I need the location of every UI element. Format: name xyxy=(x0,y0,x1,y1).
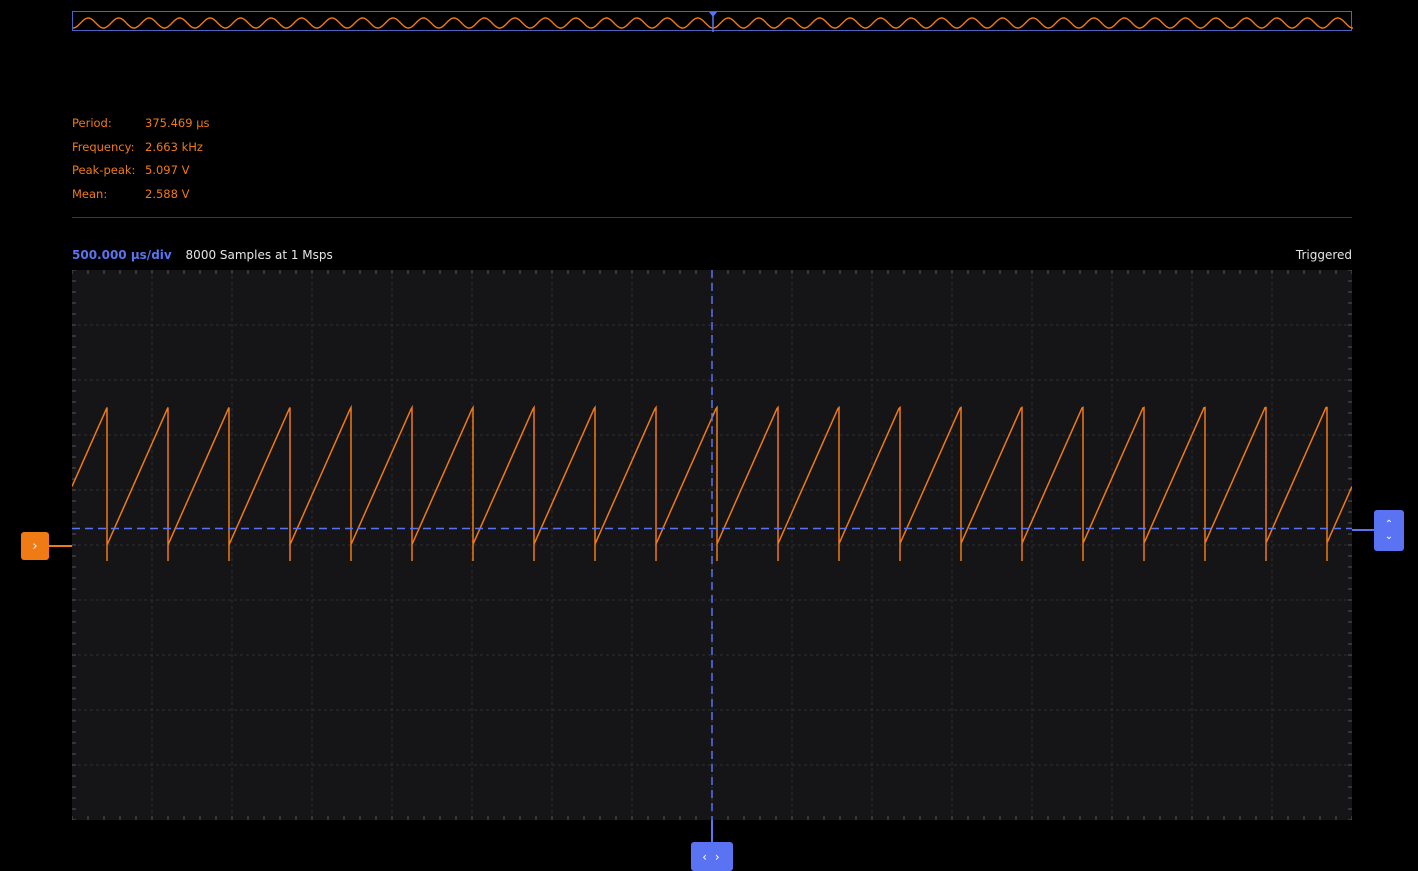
oscilloscope-app: Period: 375.469 μs Frequency: 2.663 kHz … xyxy=(0,0,1418,871)
measurement-period: Period: 375.469 μs xyxy=(72,112,210,136)
measurement-mean: Mean: 2.588 V xyxy=(72,183,210,207)
measurement-value: 5.097 V xyxy=(145,163,190,177)
overview-waveform xyxy=(73,12,1353,32)
channel-offset-handle[interactable]: › xyxy=(21,532,49,560)
chevron-right-icon: › xyxy=(32,538,38,554)
measurement-label: Mean: xyxy=(72,186,108,201)
chevron-left-right-icon: ‹ › xyxy=(702,849,722,864)
measurements-panel: Period: 375.469 μs Frequency: 2.663 kHz … xyxy=(72,112,210,206)
measurement-frequency: Frequency: 2.663 kHz xyxy=(72,136,210,160)
chevron-up-icon: ⌃ xyxy=(1384,518,1394,530)
measurement-value: 2.663 kHz xyxy=(145,139,203,154)
scope-plot xyxy=(72,270,1352,820)
measurement-label: Frequency: xyxy=(72,139,135,154)
chevron-down-icon: ⌄ xyxy=(1384,530,1394,542)
channel-offset-indicator-line xyxy=(49,545,72,547)
trigger-status: Triggered xyxy=(1295,248,1352,262)
measurement-value: 2.588 V xyxy=(145,186,190,201)
acquisition-info-bar: 500.000 μs/div 8000 Samples at 1 Msps Tr… xyxy=(72,246,1352,266)
measurement-value: 375.469 μs xyxy=(145,116,210,130)
timebase-label[interactable]: 500.000 μs/div xyxy=(72,248,172,262)
measurement-label: Peak-peak: xyxy=(72,163,136,177)
trigger-level-indicator-line xyxy=(1352,529,1374,531)
waveform-overview-strip[interactable] xyxy=(72,11,1353,32)
measurement-peak-peak: Peak-peak: 5.097 V xyxy=(72,159,210,183)
trigger-position-handle[interactable]: ‹ › xyxy=(691,842,733,871)
trigger-level-handle[interactable]: ⌃ ⌄ xyxy=(1374,510,1404,551)
measurement-label: Period: xyxy=(72,116,112,130)
scope-display[interactable] xyxy=(72,270,1352,820)
trigger-position-indicator-line xyxy=(711,820,713,842)
section-divider xyxy=(72,217,1352,218)
sample-info: 8000 Samples at 1 Msps xyxy=(185,248,333,262)
overview-marker-arrow xyxy=(709,12,717,17)
